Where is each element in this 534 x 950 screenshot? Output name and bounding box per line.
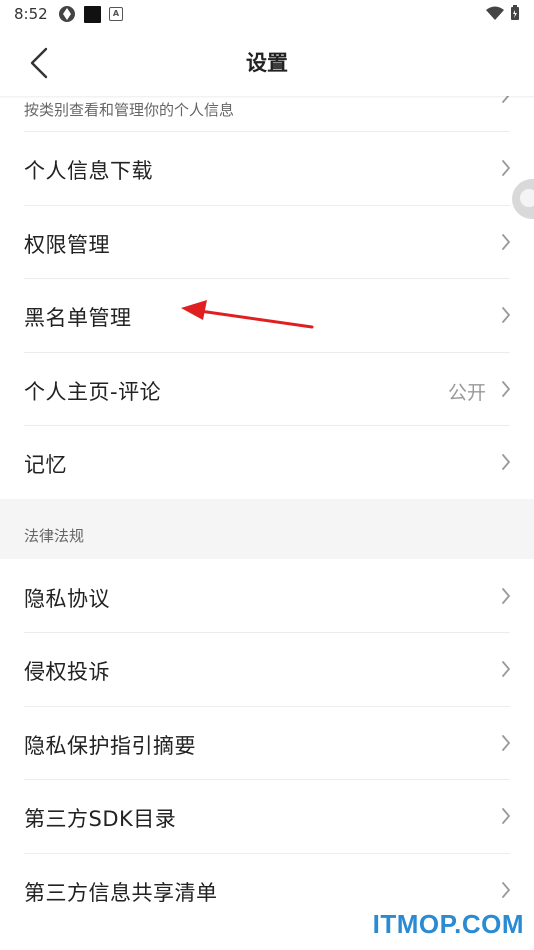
settings-list: 按类别查看和管理你的个人信息 个人信息下载 权限管理 黑名单管理 个人主页-评论… (0, 87, 534, 926)
chevron-right-icon (502, 380, 511, 397)
status-system-icons (486, 5, 520, 21)
row-label: 第三方SDK目录 (24, 807, 177, 831)
aperture-icon (59, 6, 75, 22)
personal-info-subtitle: 按类别查看和管理你的个人信息 (24, 101, 235, 119)
row-label: 第三方信息共享清单 (24, 880, 218, 905)
settings-row-memory[interactable]: 记忆 (0, 425, 534, 499)
row-divider (24, 425, 510, 426)
row-divider (24, 204, 510, 206)
chevron-right-icon (502, 881, 511, 898)
section-header-legal: 法律法规 (0, 498, 534, 559)
row-label: 记忆 (24, 453, 67, 477)
status-bar: 8:52 A (0, 0, 534, 28)
settings-row-privacy-summary[interactable]: 隐私保护指引摘要 (0, 705, 534, 779)
row-label: 隐私保护指引摘要 (24, 733, 196, 758)
row-divider (24, 131, 510, 132)
watermark-logo: ITMOP.COM (372, 909, 524, 939)
settings-row-infringement-complaint[interactable]: 侵权投诉 (0, 632, 534, 706)
a-square-icon: A (109, 7, 123, 21)
row-divider (24, 852, 510, 854)
row-divider (24, 779, 510, 780)
row-divider (24, 632, 510, 633)
assistant-icon (520, 189, 534, 207)
page-title: 设置 (246, 51, 288, 75)
settings-row-blacklist-management[interactable]: 黑名单管理 (0, 278, 534, 352)
chevron-right-icon (502, 160, 511, 176)
chevron-right-icon (502, 233, 511, 250)
status-time: 8:52 (14, 5, 48, 23)
chevron-right-icon (502, 307, 511, 323)
chevron-right-icon (502, 661, 511, 677)
settings-row-personal-info-download[interactable]: 个人信息下载 (0, 131, 534, 205)
row-divider (24, 705, 510, 707)
battery-icon (511, 5, 519, 20)
chevron-right-icon (502, 808, 511, 824)
personal-info-row-partial[interactable]: 按类别查看和管理你的个人信息 (0, 87, 534, 131)
row-label: 黑名单管理 (24, 306, 132, 330)
settings-row-privacy-agreement[interactable]: 隐私协议 (0, 558, 534, 632)
section-header-label: 法律法规 (24, 526, 85, 545)
row-label: 权限管理 (24, 232, 110, 257)
chevron-right-icon (502, 454, 511, 470)
row-label: 隐私协议 (24, 586, 110, 611)
row-label: 个人信息下载 (24, 159, 153, 183)
row-divider (24, 278, 510, 279)
black-square-icon (84, 5, 101, 23)
status-notification-icons: A (58, 5, 123, 23)
row-divider (24, 351, 510, 353)
chevron-right-icon (502, 734, 511, 751)
settings-row-third-party-sdk[interactable]: 第三方SDK目录 (0, 779, 534, 853)
top-nav-bar: 设置 (0, 28, 534, 96)
row-label: 个人主页-评论 (24, 379, 162, 404)
settings-row-profile-comments[interactable]: 个人主页-评论 公开 (0, 351, 534, 425)
settings-row-permission-management[interactable]: 权限管理 (0, 204, 534, 278)
row-value: 公开 (447, 381, 486, 404)
wifi-icon (486, 6, 504, 20)
row-label: 侵权投诉 (24, 660, 110, 684)
chevron-right-icon (502, 587, 511, 604)
